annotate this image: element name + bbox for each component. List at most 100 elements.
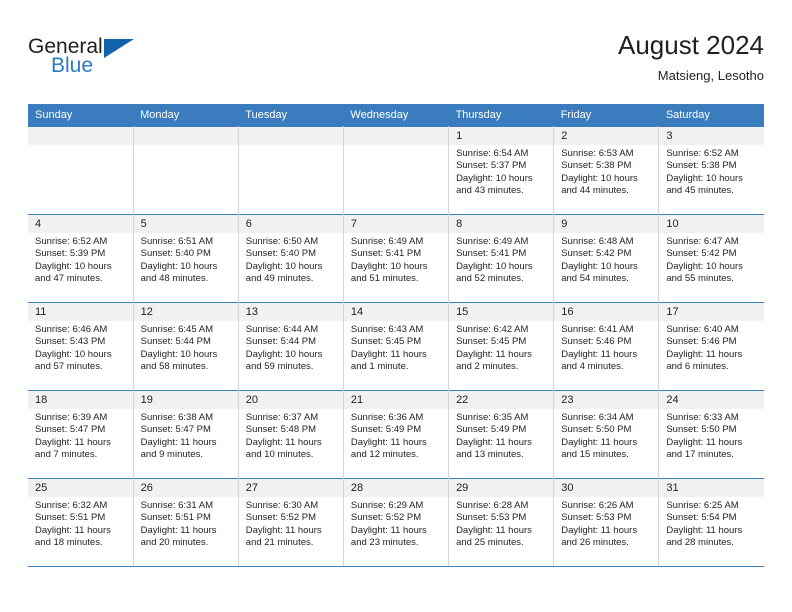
- day-cell-inner: 25 Sunrise: 6:32 AM Sunset: 5:51 PM Dayligh…: [28, 479, 133, 566]
- day-number: 19: [133, 391, 238, 409]
- day-number: 26: [133, 479, 238, 497]
- sunset-text: Sunset: 5:43 PM: [35, 336, 106, 348]
- daylight-text-line2: and 25 minutes.: [456, 537, 524, 549]
- calendar-day-cell[interactable]: 2 Sunrise: 6:53 AM Sunset: 5:38 PM Daylight…: [553, 126, 660, 215]
- daylight-text-line2: and 9 minutes.: [140, 449, 203, 461]
- sunrise-text: Sunrise: 6:28 AM: [456, 500, 529, 511]
- day-cell-inner: 7 Sunrise: 6:49 AM Sunset: 5:41 PM Daylight…: [343, 215, 449, 302]
- daylight-text-line2: and 17 minutes.: [666, 449, 734, 461]
- sunrise-text: Sunrise: 6:44 AM: [245, 324, 319, 335]
- calendar-day-cell[interactable]: 19 Sunrise: 6:38 AM Sunset: 5:47 PM Dayligh…: [133, 390, 239, 479]
- day-details: Sunrise: 6:54 AM Sunset: 5:37 PM Daylight:…: [449, 145, 553, 198]
- day-number: 11: [28, 303, 133, 321]
- calendar-day-cell[interactable]: 10 Sunrise: 6:47 AM Sunset: 5:42 PM Dayligh…: [658, 214, 764, 303]
- day-details: Sunrise: 6:45 AM Sunset: 5:44 PM Daylight:…: [134, 321, 238, 374]
- day-cell-inner: 20 Sunrise: 6:37 AM Sunset: 5:48 PM Dayligh…: [238, 391, 343, 478]
- daylight-text-line1: Daylight: 10 hours: [245, 260, 323, 272]
- day-cell-inner: 2 Sunrise: 6:53 AM Sunset: 5:38 PM Daylight…: [554, 127, 659, 214]
- calendar-day-cell[interactable]: 29 Sunrise: 6:28 AM Sunset: 5:53 PM Dayligh…: [448, 478, 555, 567]
- daylight-text-line1: Daylight: 10 hours: [561, 172, 638, 184]
- calendar-day-cell[interactable]: 8 Sunrise: 6:49 AM Sunset: 5:41 PM Daylight…: [448, 214, 555, 303]
- day-cell-inner: 22 Sunrise: 6:35 AM Sunset: 5:49 PM Dayligh…: [449, 391, 554, 478]
- calendar-day-cell[interactable]: 11 Sunrise: 6:46 AM Sunset: 5:43 PM Dayligh…: [28, 302, 134, 391]
- sunrise-text: Sunrise: 6:38 AM: [140, 412, 213, 423]
- day-details: Sunrise: 6:34 AM Sunset: 5:50 PM Daylight:…: [554, 409, 658, 462]
- sunset-text: Sunset: 5:46 PM: [561, 336, 632, 348]
- weekday-header-saturday: Saturday: [658, 104, 764, 127]
- day-number: 29: [449, 479, 554, 497]
- calendar-day-cell[interactable]: 27 Sunrise: 6:30 AM Sunset: 5:52 PM Dayligh…: [238, 478, 344, 567]
- calendar-day-cell[interactable]: 23 Sunrise: 6:34 AM Sunset: 5:50 PM Dayligh…: [553, 390, 660, 479]
- sunrise-text: Sunrise: 6:41 AM: [561, 324, 634, 335]
- sunset-text: Sunset: 5:40 PM: [140, 248, 211, 260]
- day-cell-inner: 9 Sunrise: 6:48 AM Sunset: 5:42 PM Daylight…: [554, 215, 659, 302]
- calendar-day-cell[interactable]: 18 Sunrise: 6:39 AM Sunset: 5:47 PM Dayligh…: [28, 390, 134, 479]
- sunset-text: Sunset: 5:53 PM: [456, 512, 527, 524]
- daylight-text-line2: and 47 minutes.: [35, 273, 103, 285]
- daylight-text-line1: Daylight: 10 hours: [245, 348, 323, 360]
- daylight-text-line2: and 55 minutes.: [666, 273, 734, 285]
- general-blue-logo[interactable]: General Blue: [28, 36, 148, 86]
- weekday-header-sunday: Sunday: [28, 104, 134, 127]
- day-cell-inner: 10 Sunrise: 6:47 AM Sunset: 5:42 PM Dayligh…: [659, 215, 764, 302]
- calendar-day-cell[interactable]: 25 Sunrise: 6:32 AM Sunset: 5:51 PM Dayligh…: [28, 478, 134, 567]
- calendar-day-cell[interactable]: 31 Sunrise: 6:25 AM Sunset: 5:54 PM Dayligh…: [658, 478, 764, 567]
- day-cell-inner: 27 Sunrise: 6:30 AM Sunset: 5:52 PM Dayligh…: [238, 479, 343, 566]
- weekday-header-thursday: Thursday: [448, 104, 554, 127]
- daylight-text-line1: Daylight: 10 hours: [666, 260, 743, 272]
- calendar-day-cell[interactable]: 7 Sunrise: 6:49 AM Sunset: 5:41 PM Daylight…: [343, 214, 450, 303]
- calendar-day-cell[interactable]: 30 Sunrise: 6:26 AM Sunset: 5:53 PM Dayligh…: [553, 478, 660, 567]
- sunset-text: Sunset: 5:44 PM: [140, 336, 211, 348]
- daylight-text-line2: and 21 minutes.: [245, 537, 314, 549]
- calendar-day-cell[interactable]: 1 Sunrise: 6:54 AM Sunset: 5:37 PM Daylight…: [448, 126, 555, 215]
- sunrise-text: Sunrise: 6:53 AM: [561, 148, 634, 159]
- calendar-week-row: 18 Sunrise: 6:39 AM Sunset: 5:47 PM Dayligh…: [28, 390, 764, 479]
- calendar-day-cell[interactable]: 5 Sunrise: 6:51 AM Sunset: 5:40 PM Daylight…: [133, 214, 239, 303]
- calendar-day-cell[interactable]: 22 Sunrise: 6:35 AM Sunset: 5:49 PM Dayligh…: [448, 390, 555, 479]
- calendar-day-cell[interactable]: 20 Sunrise: 6:37 AM Sunset: 5:48 PM Dayligh…: [238, 390, 344, 479]
- calendar-day-cell[interactable]: 4 Sunrise: 6:52 AM Sunset: 5:39 PM Daylight…: [28, 214, 134, 303]
- daylight-text-line1: Daylight: 11 hours: [350, 524, 427, 536]
- calendar-day-cell[interactable]: 26 Sunrise: 6:31 AM Sunset: 5:51 PM Dayligh…: [133, 478, 239, 567]
- calendar-day-cell-empty: [343, 126, 450, 215]
- calendar-day-cell[interactable]: 15 Sunrise: 6:42 AM Sunset: 5:45 PM Dayligh…: [448, 302, 555, 391]
- sunset-text: Sunset: 5:45 PM: [350, 336, 422, 348]
- calendar-day-cell[interactable]: 14 Sunrise: 6:43 AM Sunset: 5:45 PM Dayligh…: [343, 302, 450, 391]
- day-cell-inner: 28 Sunrise: 6:29 AM Sunset: 5:52 PM Dayligh…: [343, 479, 449, 566]
- day-cell-inner: 5 Sunrise: 6:51 AM Sunset: 5:40 PM Daylight…: [133, 215, 238, 302]
- calendar-day-cell[interactable]: 21 Sunrise: 6:36 AM Sunset: 5:49 PM Dayligh…: [343, 390, 450, 479]
- day-details: Sunrise: 6:35 AM Sunset: 5:49 PM Daylight:…: [449, 409, 553, 462]
- calendar-day-cell[interactable]: 16 Sunrise: 6:41 AM Sunset: 5:46 PM Dayligh…: [553, 302, 660, 391]
- calendar-day-cell[interactable]: 24 Sunrise: 6:33 AM Sunset: 5:50 PM Dayligh…: [658, 390, 764, 479]
- daylight-text-line1: Daylight: 11 hours: [456, 348, 532, 360]
- daylight-text-line2: and 7 minutes.: [35, 449, 98, 461]
- daylight-text-line2: and 15 minutes.: [561, 449, 629, 461]
- sunrise-text: Sunrise: 6:26 AM: [561, 500, 634, 511]
- day-cell-inner: [343, 127, 449, 214]
- sunrise-text: Sunrise: 6:35 AM: [456, 412, 529, 423]
- daylight-text-line2: and 12 minutes.: [350, 449, 419, 461]
- day-details: Sunrise: 6:43 AM Sunset: 5:45 PM Daylight:…: [344, 321, 448, 374]
- calendar-day-cell[interactable]: 12 Sunrise: 6:45 AM Sunset: 5:44 PM Dayligh…: [133, 302, 239, 391]
- daylight-text-line1: Daylight: 10 hours: [35, 260, 112, 272]
- sunset-text: Sunset: 5:41 PM: [350, 248, 422, 260]
- day-details: Sunrise: 6:41 AM Sunset: 5:46 PM Daylight:…: [554, 321, 658, 374]
- daylight-text-line1: Daylight: 10 hours: [350, 260, 428, 272]
- calendar-day-cell[interactable]: 6 Sunrise: 6:50 AM Sunset: 5:40 PM Daylight…: [238, 214, 344, 303]
- calendar-day-cell[interactable]: 28 Sunrise: 6:29 AM Sunset: 5:52 PM Dayligh…: [343, 478, 450, 567]
- day-number: 28: [343, 479, 449, 497]
- calendar-day-cell[interactable]: 17 Sunrise: 6:40 AM Sunset: 5:46 PM Dayligh…: [658, 302, 764, 391]
- sunset-text: Sunset: 5:41 PM: [456, 248, 527, 260]
- calendar-day-cell[interactable]: 13 Sunrise: 6:44 AM Sunset: 5:44 PM Dayligh…: [238, 302, 344, 391]
- calendar-week-row: 1 Sunrise: 6:54 AM Sunset: 5:37 PM Daylight…: [28, 126, 764, 215]
- logo-triangle-icon: [104, 39, 134, 58]
- day-details: Sunrise: 6:25 AM Sunset: 5:54 PM Daylight:…: [659, 497, 764, 550]
- day-details: Sunrise: 6:50 AM Sunset: 5:40 PM Daylight:…: [239, 233, 343, 286]
- calendar-day-cell[interactable]: 3 Sunrise: 6:52 AM Sunset: 5:38 PM Daylight…: [658, 126, 764, 215]
- day-number: 14: [343, 303, 449, 321]
- sunrise-text: Sunrise: 6:37 AM: [245, 412, 319, 423]
- daylight-text-line2: and 28 minutes.: [666, 537, 734, 549]
- daylight-text-line2: and 1 minute.: [350, 361, 409, 373]
- calendar-day-cell[interactable]: 9 Sunrise: 6:48 AM Sunset: 5:42 PM Daylight…: [553, 214, 660, 303]
- day-cell-inner: 24 Sunrise: 6:33 AM Sunset: 5:50 PM Dayligh…: [659, 391, 764, 478]
